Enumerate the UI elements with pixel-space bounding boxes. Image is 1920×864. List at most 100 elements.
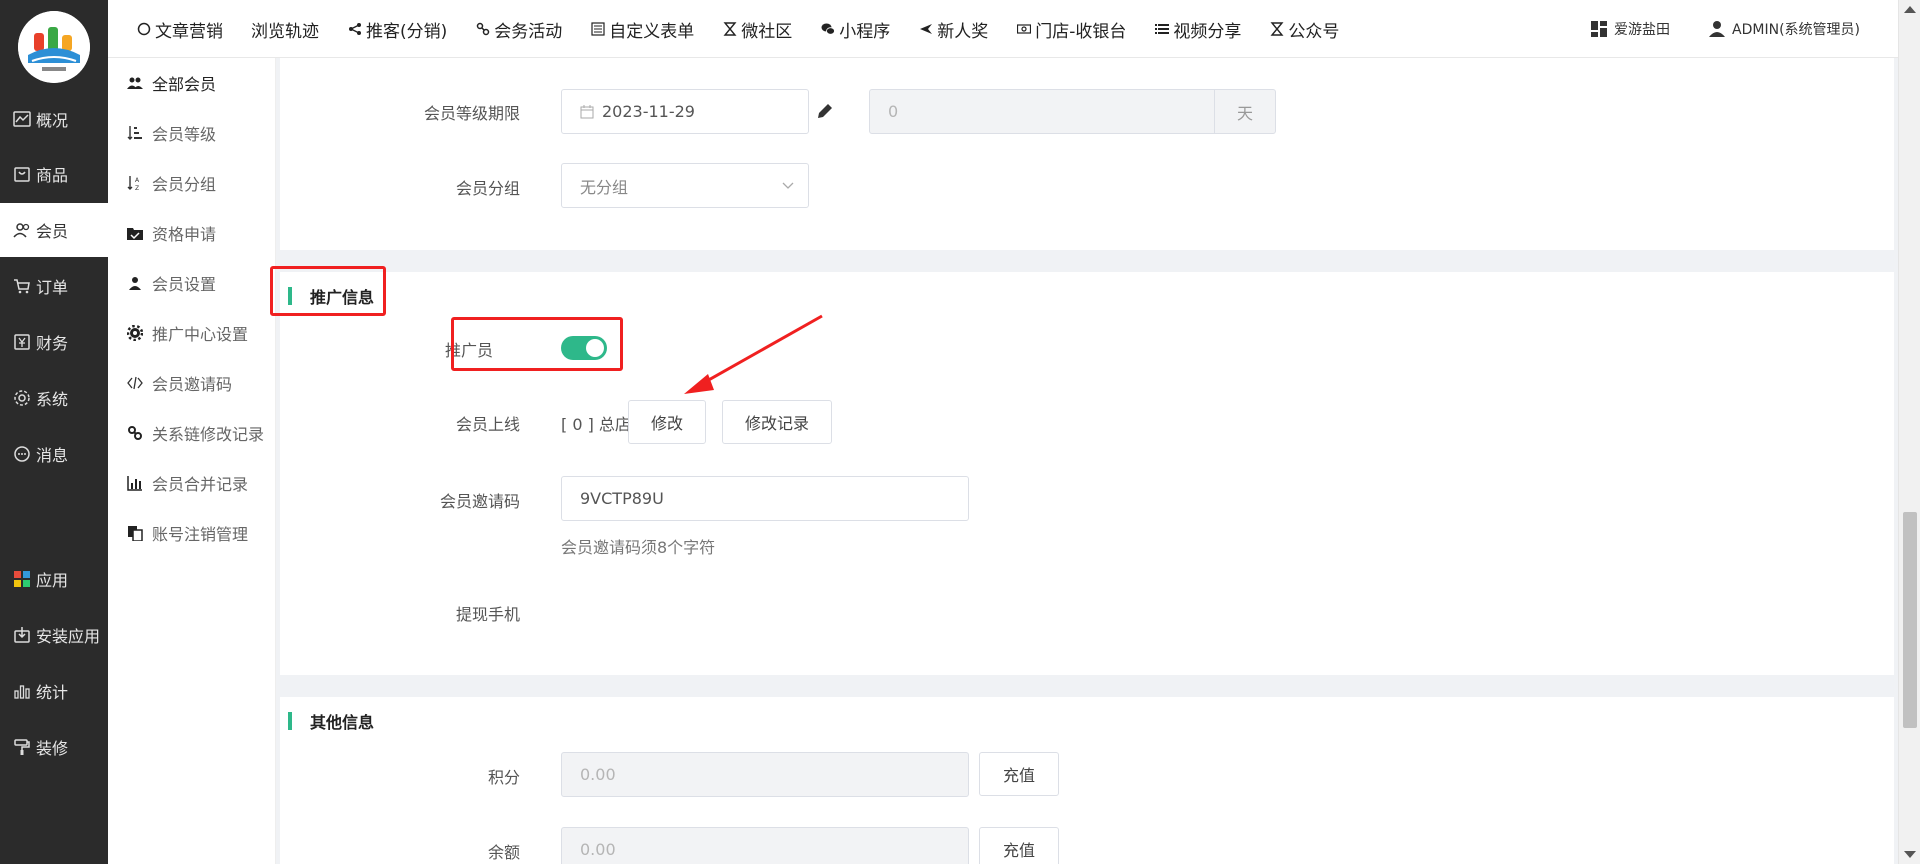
pencil-icon — [818, 104, 832, 118]
upline-label: 会员上线 — [455, 415, 520, 434]
balance-input[interactable]: 0.00 — [561, 827, 969, 864]
brand-logo[interactable] — [18, 11, 90, 83]
member-level-panel: 会员等级期限 2023-11-29 0 天 会员分组 无分组 — [280, 58, 1894, 250]
level-expire-days-input[interactable]: 0 — [869, 89, 1215, 134]
group-select[interactable]: 无分组 — [561, 163, 809, 208]
topnav-custom-form[interactable]: 自定义表单 — [590, 17, 694, 42]
bar-chart-icon — [126, 474, 144, 492]
level-expire-label: 会员等级期限 — [423, 104, 520, 123]
sidebar-item-label: 安装应用 — [36, 627, 101, 646]
invite-code-value: 9VCTP89U — [580, 489, 664, 508]
topnav-label: 浏览轨迹 — [251, 21, 319, 42]
scroll-down-arrow-icon[interactable] — [1904, 851, 1916, 858]
sidebar-item-orders[interactable]: 订单 — [0, 259, 108, 313]
topnav-newcomer-award[interactable]: 新人奖 — [918, 17, 988, 42]
chevron-down-icon — [782, 182, 794, 189]
topnav-distribution[interactable]: 推客(分销) — [347, 17, 447, 42]
other-info-panel: 其他信息 积分 0.00 充值 余额 0.00 充值 — [280, 697, 1894, 864]
group-label: 会员分组 — [455, 179, 520, 198]
subnav-item-member-level[interactable]: 会员等级 — [108, 108, 276, 158]
topnav-label: 自定义表单 — [609, 21, 695, 42]
subnav-item-promo-center-settings[interactable]: 推广中心设置 — [108, 308, 276, 358]
dashboard-icon — [1591, 21, 1608, 37]
scroll-thumb[interactable] — [1903, 512, 1917, 728]
points-value: 0.00 — [580, 765, 616, 784]
download-box-icon — [12, 625, 32, 645]
sidebar-item-system[interactable]: 系统 — [0, 371, 108, 425]
invite-code-input[interactable]: 9VCTP89U — [561, 476, 969, 521]
points-input[interactable]: 0.00 — [561, 752, 969, 797]
shop-name: 爱游盐田 — [1614, 22, 1671, 38]
sidebar-item-label: 应用 — [36, 571, 69, 590]
withdraw-phone-label: 提现手机 — [455, 605, 520, 624]
sidebar-item-decorate[interactable]: 装修 — [0, 720, 108, 774]
sidebar-item-messages[interactable]: 消息 — [0, 427, 108, 481]
topnav-conference[interactable]: 会务活动 — [475, 17, 562, 42]
sidebar-item-stats[interactable]: 统计 — [0, 664, 108, 718]
subnav-item-account-cancel[interactable]: 账号注销管理 — [108, 508, 276, 558]
user-icon — [126, 274, 144, 292]
form-icon — [590, 21, 606, 37]
edit-date-button[interactable] — [810, 96, 840, 126]
subnav-item-label: 资格申请 — [152, 225, 217, 244]
other-section-title-text: 其他信息 — [310, 713, 375, 732]
chart-line-icon — [12, 109, 32, 129]
svg-text:Z: Z — [135, 185, 139, 191]
subnav-item-member-group[interactable]: AZ 会员分组 — [108, 158, 276, 208]
level-expire-date-value: 2023-11-29 — [602, 102, 695, 121]
plane-icon — [918, 21, 934, 37]
balance-value: 0.00 — [580, 840, 616, 859]
page-scrollbar[interactable] — [1898, 0, 1920, 864]
level-expire-date-input[interactable]: 2023-11-29 — [561, 89, 809, 134]
sidebar-item-members[interactable]: 会员 — [0, 203, 108, 257]
circle-icon — [136, 21, 152, 37]
topnav-article-marketing[interactable]: 文章营销 — [136, 17, 223, 42]
topnav-label: 小程序 — [839, 21, 891, 42]
sort-level-icon — [126, 124, 144, 142]
topnav-label: 新人奖 — [937, 21, 989, 42]
users-icon — [12, 220, 32, 240]
group-select-value: 无分组 — [580, 177, 629, 197]
money-icon — [1016, 21, 1032, 37]
code-icon — [126, 374, 144, 392]
shop-switcher[interactable]: 爱游盐田 — [1590, 19, 1670, 39]
calendar-icon — [580, 104, 594, 118]
cart-icon — [12, 276, 32, 296]
folder-check-icon — [126, 224, 144, 242]
topnav-mini-program[interactable]: 小程序 — [820, 17, 890, 42]
user-icon — [1709, 21, 1726, 37]
topnav-official-account[interactable]: 公众号 — [1269, 17, 1339, 42]
invite-code-label: 会员邀请码 — [439, 492, 520, 511]
gear-icon — [12, 388, 32, 408]
balance-recharge-button[interactable]: 充值 — [979, 827, 1059, 864]
topnav-label: 门店-收银台 — [1035, 21, 1127, 42]
subnav-item-merge-log[interactable]: 会员合并记录 — [108, 458, 276, 508]
hourglass-icon — [722, 21, 738, 37]
sidebar-item-goods[interactable]: 商品 — [0, 147, 108, 201]
subnav-item-invite-code[interactable]: 会员邀请码 — [108, 358, 276, 408]
subnav-item-all-members[interactable]: 全部会员 — [108, 58, 276, 108]
user-menu[interactable]: ADMIN(系统管理员) — [1708, 19, 1860, 39]
sidebar-item-overview[interactable]: 概况 — [0, 92, 108, 146]
invite-code-hint: 会员邀请码须8个字符 — [561, 538, 716, 557]
sidebar-item-label: 装修 — [36, 739, 69, 758]
balance-label: 余额 — [487, 843, 520, 862]
topnav-video-share[interactable]: 视频分享 — [1154, 17, 1241, 42]
points-recharge-button[interactable]: 充值 — [979, 752, 1059, 796]
bar-chart-icon — [12, 681, 32, 701]
topnav-browse-trail[interactable]: 浏览轨迹 — [251, 17, 319, 42]
modify-log-button[interactable]: 修改记录 — [722, 400, 832, 444]
topnav-micro-community[interactable]: 微社区 — [722, 17, 792, 42]
scroll-up-arrow-icon[interactable] — [1904, 6, 1916, 13]
subnav-item-member-settings[interactable]: 会员设置 — [108, 258, 276, 308]
subnav-item-qualification[interactable]: 资格申请 — [108, 208, 276, 258]
modify-upline-button[interactable]: 修改 — [628, 400, 706, 444]
sidebar-item-apps[interactable]: 应用 — [0, 552, 108, 606]
topnav-store-cashier[interactable]: 门店-收银台 — [1016, 17, 1126, 42]
topnav-label: 公众号 — [1288, 21, 1340, 42]
sidebar-item-install-apps[interactable]: 安装应用 — [0, 608, 108, 662]
yen-icon — [12, 332, 32, 352]
sidebar-item-finance[interactable]: 财务 — [0, 315, 108, 369]
subnav-item-relation-log[interactable]: 关系链修改记录 — [108, 408, 276, 458]
gear-icon — [126, 324, 144, 342]
